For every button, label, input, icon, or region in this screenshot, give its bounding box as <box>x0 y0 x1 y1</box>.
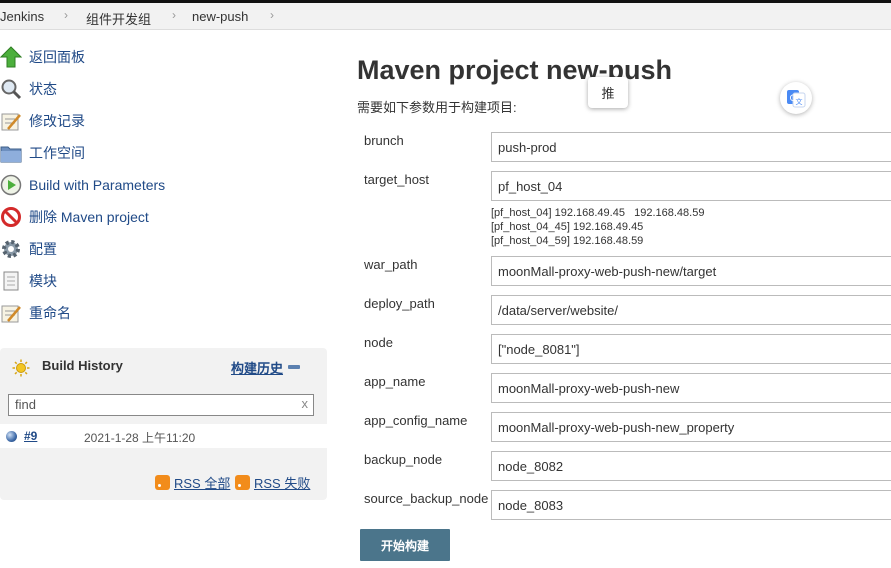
param-help-target-host: [pf_host_04] 192.168.49.45 192.168.48.59… <box>491 206 704 248</box>
param-input-app-config-name[interactable]: moonMall-proxy-web-push-new_property <box>491 412 891 442</box>
build-search-input[interactable]: find x <box>8 394 314 416</box>
param-label-target-host: target_host <box>364 172 430 187</box>
build-row: #9 2021-1-28 上午11:20 <box>0 424 327 448</box>
clock-icon <box>0 174 22 196</box>
no-entry-icon <box>0 206 22 228</box>
param-input-backup-node[interactable]: node_8082 <box>491 451 891 481</box>
breadcrumb-separator-icon: › <box>172 8 176 22</box>
sidebar-item-configure[interactable]: 配置 <box>0 236 57 262</box>
svg-text:文: 文 <box>796 97 803 106</box>
param-label-war-path: war_path <box>364 257 418 272</box>
translate-tooltip: 推 <box>588 77 628 108</box>
build-date[interactable]: 2021-1-28 上午11:20 <box>84 429 195 446</box>
param-label-source-backup-node: source_backup_node <box>364 491 489 506</box>
rss-all-link[interactable]: RSS 全部 <box>155 473 230 492</box>
help-line: [pf_host_04_45] 192.168.49.45 <box>491 221 644 233</box>
help-line: [pf_host_04] 192.168.49.45 192.168.48.59 <box>491 207 705 219</box>
breadcrumb-project[interactable]: new-push <box>192 9 248 24</box>
rss-failed-link[interactable]: RSS 失败 <box>235 473 310 492</box>
sidebar-item-delete-project[interactable]: 删除 Maven project <box>0 204 149 230</box>
sidebar-item-build-with-parameters[interactable]: Build with Parameters <box>0 172 165 198</box>
sun-icon <box>12 359 30 377</box>
sidebar-item-modules[interactable]: 模块 <box>0 268 57 294</box>
breadcrumb: Jenkins › 组件开发组 › new-push › <box>0 3 891 30</box>
breadcrumb-jenkins[interactable]: Jenkins <box>0 9 44 24</box>
collapse-icon[interactable] <box>288 365 300 369</box>
build-status-ball-icon <box>6 431 17 442</box>
sidebar-item-label: Build with Parameters <box>29 177 166 193</box>
sidebar-item-label: 状态 <box>29 81 57 97</box>
up-arrow-icon <box>0 46 23 68</box>
sidebar-item-changes[interactable]: 修改记录 <box>0 108 85 134</box>
search-icon <box>0 78 22 100</box>
notepad-icon <box>0 110 22 132</box>
param-label-backup-node: backup_node <box>364 452 443 467</box>
sidebar-item-label: 修改记录 <box>29 113 85 129</box>
help-line: [pf_host_04_59] 192.168.48.59 <box>491 235 644 247</box>
param-input-brunch[interactable]: push-prod <box>491 132 891 162</box>
document-icon <box>0 270 22 292</box>
param-label-app-name: app_name <box>364 374 426 389</box>
sidebar-item-workspace[interactable]: 工作空间 <box>0 140 85 166</box>
sidebar-item-label: 工作空间 <box>29 145 85 161</box>
param-input-war-path[interactable]: moonMall-proxy-web-push-new/target <box>491 256 891 286</box>
param-input-app-name[interactable]: moonMall-proxy-web-push-new <box>491 373 891 403</box>
breadcrumb-separator-icon: › <box>64 8 68 22</box>
param-label-deploy-path: deploy_path <box>364 296 435 311</box>
param-label-app-config-name: app_config_name <box>364 413 468 428</box>
sidebar-item-label: 重命名 <box>29 305 71 321</box>
sidebar-item-label: 返回面板 <box>29 49 85 65</box>
rss-icon <box>235 475 250 490</box>
build-trend-link[interactable]: 构建历史 <box>231 358 283 377</box>
breadcrumb-group[interactable]: 组件开发组 <box>86 9 151 28</box>
param-label-brunch: brunch <box>364 133 404 148</box>
sidebar-item-label: 配置 <box>29 241 57 257</box>
rss-all-label: RSS 全部 <box>174 476 231 491</box>
breadcrumb-separator-icon: › <box>270 8 274 22</box>
param-input-node[interactable]: ["node_8081"] <box>491 334 891 364</box>
notepad-icon <box>0 302 22 324</box>
build-search-placeholder: find <box>15 397 36 412</box>
sidebar-item-rename[interactable]: 重命名 <box>0 300 71 326</box>
build-number-link[interactable]: #9 <box>24 429 37 443</box>
rss-failed-label: RSS 失败 <box>254 476 311 491</box>
page-description: 需要如下参数用于构建项目: <box>357 100 517 115</box>
sidebar-item-label: 删除 Maven project <box>29 209 149 225</box>
build-history-panel: Build History 构建历史 find x #9 2021-1-28 上… <box>0 348 327 500</box>
param-input-deploy-path[interactable]: /data/server/website/ <box>491 295 891 325</box>
gear-icon <box>0 238 22 260</box>
param-input-target-host[interactable]: pf_host_04 <box>491 171 891 201</box>
clear-search-icon[interactable]: x <box>302 396 309 411</box>
sidebar-item-back-to-dashboard[interactable]: 返回面板 <box>0 44 85 70</box>
folder-icon <box>0 142 22 164</box>
rss-icon <box>155 475 170 490</box>
sidebar-item-status[interactable]: 状态 <box>0 76 57 102</box>
param-label-node: node <box>364 335 393 350</box>
start-build-button[interactable]: 开始构建 <box>360 529 450 561</box>
build-history-title: Build History <box>42 358 123 373</box>
sidebar-item-label: 模块 <box>29 273 57 289</box>
param-input-source-backup-node[interactable]: node_8083 <box>491 490 891 520</box>
translate-icon[interactable]: G 文 <box>780 82 812 114</box>
